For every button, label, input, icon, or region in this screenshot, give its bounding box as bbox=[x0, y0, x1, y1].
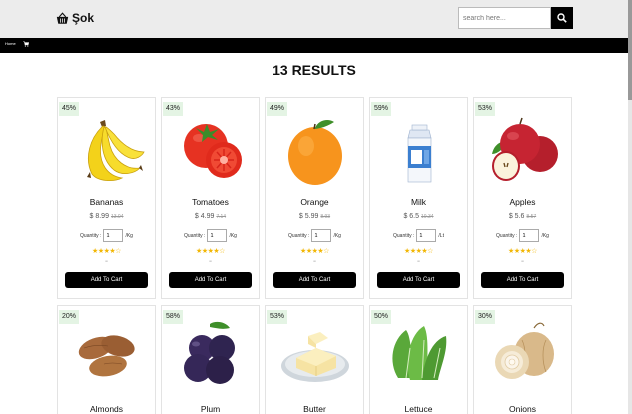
quantity-row: Quantity : /Kg bbox=[474, 229, 571, 242]
add-to-cart-button[interactable]: Add To Cart bbox=[481, 272, 564, 288]
product-name: Milk bbox=[410, 197, 427, 207]
unit-label: /Kg bbox=[541, 232, 549, 239]
nav-bar: Home bbox=[0, 38, 628, 53]
product-name: Orange bbox=[300, 197, 329, 207]
price-line: $ 6.5 10.34 bbox=[370, 213, 467, 220]
product-name: Almonds bbox=[89, 404, 124, 414]
quantity-label: Quantity : bbox=[496, 232, 518, 239]
review-count: ▪▪ bbox=[521, 259, 524, 263]
product-card-orange: 49% Orange $ 5.998.93 Quantity : /Kg ★★★★… bbox=[265, 97, 364, 299]
product-name: Bananas bbox=[89, 197, 124, 207]
price-line: $ 8.99 13.04 bbox=[58, 213, 155, 220]
scrollbar[interactable] bbox=[628, 0, 632, 414]
search-button[interactable] bbox=[551, 7, 573, 29]
old-price: 13.04 bbox=[110, 214, 124, 220]
search-icon bbox=[557, 13, 567, 23]
unit-label: /Kg bbox=[229, 232, 237, 239]
quantity-row: Quantity : /Kg bbox=[266, 229, 363, 242]
bananas-image bbox=[87, 120, 145, 182]
rating-stars: ★★★★☆ bbox=[404, 248, 433, 255]
price-line: $ 4.99 7.14 bbox=[162, 213, 259, 220]
lettuce-image bbox=[392, 326, 447, 380]
unit-label: /Lt bbox=[438, 232, 444, 239]
quantity-label: Quantity : bbox=[393, 232, 415, 239]
brand-logo[interactable]: Şok bbox=[56, 11, 94, 25]
quantity-input[interactable] bbox=[416, 229, 437, 242]
product-card-apples: 53% Apples $ 5.68.57 Quantity : /Kg ★★★★☆… bbox=[473, 97, 572, 299]
unit-label: /Kg bbox=[125, 232, 133, 239]
quantity-input[interactable] bbox=[311, 229, 332, 242]
price-line: $ 5.99 8.93 bbox=[266, 213, 363, 220]
product-card-almonds: 20% Almonds bbox=[57, 305, 156, 414]
add-to-cart-button[interactable]: Add To Cart bbox=[65, 272, 148, 288]
review-count: ▪▪ bbox=[105, 259, 108, 263]
rating-stars: ★★★★☆ bbox=[92, 248, 121, 255]
price: $ 8.99 bbox=[89, 213, 109, 220]
review-count: ▪▪ bbox=[313, 259, 316, 263]
almonds-image bbox=[78, 335, 135, 377]
product-name: Onions bbox=[509, 404, 536, 414]
quantity-row: Quantity : /Lt bbox=[370, 229, 467, 242]
product-card-butter: 53% Butter bbox=[265, 305, 364, 414]
quantity-row: Quantity : /Kg bbox=[162, 229, 259, 242]
apples-image bbox=[492, 117, 558, 181]
product-card-tomatoes: 43% Tomatoes $ 4.997.14 Quantity : /Kg ★★… bbox=[161, 97, 260, 299]
product-name: Apples bbox=[509, 197, 536, 207]
basket-icon bbox=[56, 11, 69, 24]
price-line: $ 5.6 8.57 bbox=[474, 213, 571, 220]
onions-image bbox=[495, 322, 554, 379]
quantity-input[interactable] bbox=[103, 229, 124, 242]
butter-image bbox=[281, 332, 349, 382]
review-count: ▪▪ bbox=[417, 259, 420, 263]
rating-stars: ★★★★☆ bbox=[196, 248, 225, 255]
search-input[interactable] bbox=[458, 7, 551, 29]
product-card-onions: 30% Onions bbox=[473, 305, 572, 414]
product-name: Butter bbox=[303, 404, 326, 414]
rating-stars: ★★★★☆ bbox=[300, 248, 329, 255]
discount-badge: 53% bbox=[475, 102, 495, 116]
add-to-cart-button[interactable]: Add To Cart bbox=[273, 272, 356, 288]
discount-badge: 45% bbox=[59, 102, 79, 116]
price: $ 5.99 bbox=[298, 213, 319, 220]
discount-badge: 59% bbox=[371, 102, 391, 116]
scrollbar-thumb[interactable] bbox=[628, 0, 632, 100]
discount-badge: 43% bbox=[163, 102, 183, 116]
old-price: 8.57 bbox=[526, 214, 537, 220]
old-price: 10.34 bbox=[421, 214, 434, 220]
add-to-cart-button[interactable]: Add To Cart bbox=[377, 272, 460, 288]
unit-label: /Kg bbox=[333, 232, 341, 239]
old-price: 7.14 bbox=[216, 214, 227, 220]
quantity-row: Quantity : /Kg bbox=[58, 229, 155, 242]
product-name: Plum bbox=[200, 404, 221, 414]
price: $ 5.6 bbox=[508, 213, 525, 220]
price: $ 4.99 bbox=[194, 213, 215, 220]
quantity-label: Quantity : bbox=[288, 232, 310, 239]
product-card-lettuce: 50% Lettuce bbox=[369, 305, 468, 414]
quantity-label: Quantity : bbox=[184, 232, 206, 239]
tomatoes-image bbox=[184, 124, 242, 178]
quantity-input[interactable] bbox=[207, 229, 228, 242]
add-to-cart-button[interactable]: Add To Cart bbox=[169, 272, 252, 288]
product-card-plum: 58% Plum bbox=[161, 305, 260, 414]
milk-carton-image bbox=[407, 124, 432, 183]
product-card-milk: 59% Milk $ 6.510.34 Quantity :/Lt ★★★★☆ … bbox=[369, 97, 468, 299]
price: $ 6.5 bbox=[403, 213, 420, 220]
quantity-label: Quantity : bbox=[80, 232, 102, 239]
top-header: Şok bbox=[0, 0, 628, 38]
discount-badge: 49% bbox=[267, 102, 287, 116]
orange-image bbox=[288, 120, 342, 185]
results-title: 13 RESULTS bbox=[272, 62, 356, 78]
quantity-input[interactable] bbox=[519, 229, 540, 242]
brand-name: Şok bbox=[72, 11, 95, 25]
plum-image bbox=[184, 321, 235, 384]
product-name: Lettuce bbox=[404, 404, 433, 414]
cart-icon[interactable] bbox=[23, 41, 29, 47]
product-name: Tomatoes bbox=[192, 197, 229, 207]
nav-home-link[interactable]: Home bbox=[5, 41, 16, 46]
old-price: 8.93 bbox=[320, 214, 331, 220]
review-count: ▪▪ bbox=[209, 259, 212, 263]
rating-stars: ★★★★☆ bbox=[508, 248, 537, 255]
product-card-bananas: 45% Bananas $ 8.9913.04 Quantity : /Kg ★★… bbox=[57, 97, 156, 299]
